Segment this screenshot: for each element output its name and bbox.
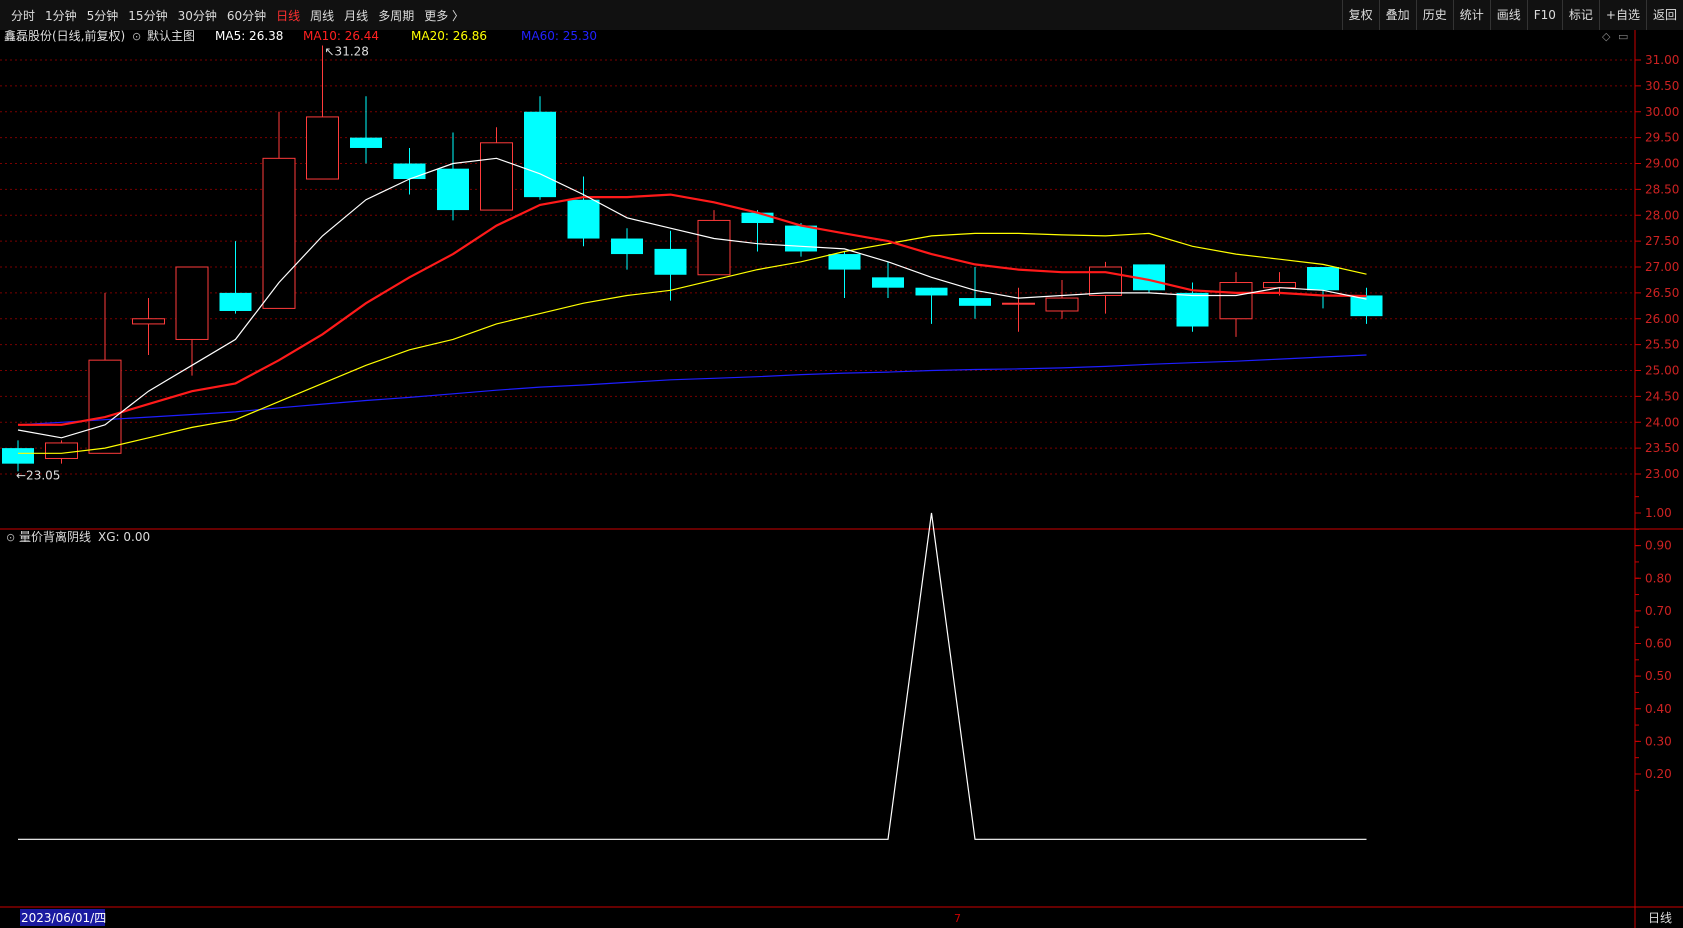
candle-body xyxy=(1219,282,1253,320)
candle-body xyxy=(697,219,731,276)
period-tab-3[interactable]: 15分钟 xyxy=(123,7,172,24)
date-label: 2023/06/01/四 xyxy=(21,911,106,925)
y-tick-label: 24.00 xyxy=(1645,415,1679,429)
candle-body xyxy=(959,298,991,306)
y-tick-label: 29.50 xyxy=(1645,131,1679,145)
period-tab-9[interactable]: 多周期 xyxy=(373,7,419,24)
tool-button-0[interactable]: 复权 xyxy=(1341,0,1379,30)
ma-label-3: MA60: 25.30 xyxy=(521,30,597,43)
period-label: 日线 xyxy=(1648,911,1672,925)
candle-body xyxy=(654,248,687,275)
candle-body xyxy=(262,157,296,309)
tool-button-7[interactable]: +自选 xyxy=(1598,0,1646,30)
sub-y-tick-label: 0.70 xyxy=(1645,604,1672,618)
tool-button-6[interactable]: 标记 xyxy=(1561,0,1599,30)
sub-y-tick-label: 0.50 xyxy=(1645,669,1672,683)
candle-body xyxy=(437,168,469,211)
period-tab-5[interactable]: 60分钟 xyxy=(222,7,271,24)
high-marker: ↖31.28 xyxy=(325,45,369,59)
candle-body xyxy=(132,318,165,325)
y-tick-label: 23.00 xyxy=(1645,467,1679,481)
period-tab-7[interactable]: 周线 xyxy=(305,7,339,24)
sub-y-tick-label: 0.40 xyxy=(1645,702,1672,716)
tool-button-5[interactable]: F10 xyxy=(1526,0,1562,30)
y-tick-label: 31.00 xyxy=(1645,53,1679,67)
y-tick-label: 30.00 xyxy=(1645,105,1679,119)
y-tick-label: 30.50 xyxy=(1645,79,1679,93)
candle-body xyxy=(915,287,948,296)
candle-body xyxy=(611,238,643,255)
tool-button-2[interactable]: 历史 xyxy=(1415,0,1453,30)
y-tick-label: 25.50 xyxy=(1645,338,1679,352)
right-tools: 复权 叠加 历史 统计 画线 F10 标记 +自选 返回 xyxy=(1341,0,1683,30)
y-tick-label: 28.50 xyxy=(1645,182,1679,196)
y-tick-label: 24.50 xyxy=(1645,389,1679,403)
tool-button-1[interactable]: 叠加 xyxy=(1378,0,1416,30)
period-tab-0[interactable]: 分时 xyxy=(6,7,40,24)
candle-body xyxy=(88,359,122,454)
candle-body xyxy=(1045,297,1079,312)
diamond-icon[interactable]: ◇ xyxy=(1602,30,1611,43)
sub-y-tick-label: 0.30 xyxy=(1645,734,1672,748)
tool-button-4[interactable]: 画线 xyxy=(1489,0,1527,30)
period-tab-2[interactable]: 5分钟 xyxy=(82,7,124,24)
y-tick-label: 23.50 xyxy=(1645,441,1679,455)
period-tab-8[interactable]: 月线 xyxy=(339,7,373,24)
indicator-title: 量价背离阴线 xyxy=(19,529,91,544)
cursor-mark: 7 xyxy=(954,912,961,925)
candle-body xyxy=(785,225,817,252)
y-tick-label: 27.00 xyxy=(1645,260,1679,274)
candle-body xyxy=(524,111,556,198)
y-tick-label: 25.00 xyxy=(1645,364,1679,378)
y-tick-label: 29.00 xyxy=(1645,157,1679,171)
sub-y-tick-label: 1.00 xyxy=(1645,506,1672,520)
tool-button-3[interactable]: 统计 xyxy=(1452,0,1490,30)
candle-body xyxy=(1307,267,1339,291)
template-icon[interactable]: ⊙ xyxy=(132,30,141,43)
low-marker: ←23.05 xyxy=(16,468,60,482)
period-tab-6[interactable]: 日线 xyxy=(271,7,305,24)
xg-label: XG: 0.00 xyxy=(98,530,150,544)
candle-body xyxy=(350,137,382,148)
y-tick-label: 26.00 xyxy=(1645,312,1679,326)
candle-body xyxy=(1176,292,1209,327)
period-tab-4[interactable]: 30分钟 xyxy=(173,7,222,24)
candle-body xyxy=(219,292,252,311)
sub-y-tick-label: 0.60 xyxy=(1645,637,1672,651)
period-tabs: 分时 1分钟 5分钟 15分钟 30分钟 60分钟 日线 周线 月线 多周期 更多 〉 xyxy=(6,0,469,30)
tool-button-8[interactable]: 返回 xyxy=(1645,0,1683,30)
y-tick-label: 28.00 xyxy=(1645,208,1679,222)
candle-body xyxy=(1002,302,1035,305)
sub-y-tick-label: 0.20 xyxy=(1645,767,1672,781)
ma-label-2: MA20: 26.86 xyxy=(411,30,487,43)
y-tick-label: 26.50 xyxy=(1645,286,1679,300)
candle-body xyxy=(872,277,904,288)
chart-area: 31.00 30.50 30.00 29.50 29.00 28.50 28.00 27.50… xyxy=(0,30,1683,928)
sub-collapse-icon[interactable]: ⊙ xyxy=(6,531,15,544)
candle-body xyxy=(175,266,209,340)
window-icon[interactable]: ▭ xyxy=(1618,30,1628,43)
stock-title: 鑫磊股份(日线,前复权) xyxy=(4,30,125,43)
period-tab-10[interactable]: 更多 〉 xyxy=(419,7,469,24)
y-tick-label: 27.50 xyxy=(1645,234,1679,248)
ma-label-0: MA5: 26.38 xyxy=(215,30,283,43)
candle-body xyxy=(828,254,861,270)
sub-y-tick-label: 0.80 xyxy=(1645,571,1672,585)
candle-body xyxy=(306,116,339,180)
period-tab-1[interactable]: 1分钟 xyxy=(40,7,82,24)
candle-body xyxy=(567,199,600,239)
top-toolbar: 分时 1分钟 5分钟 15分钟 30分钟 60分钟 日线 周线 月线 多周期 更多 〉 复权 叠加 历史… xyxy=(0,0,1683,31)
candle-body xyxy=(45,442,78,459)
candle-body xyxy=(393,163,426,180)
candle-body xyxy=(480,142,513,211)
template-label[interactable]: 默认主图 xyxy=(147,30,195,43)
candle-body xyxy=(741,212,774,224)
sub-y-tick-label: 0.90 xyxy=(1645,539,1672,553)
candle-body xyxy=(2,448,34,464)
candle-body xyxy=(1263,282,1296,289)
ma-label-1: MA10: 26.44 xyxy=(303,30,379,43)
